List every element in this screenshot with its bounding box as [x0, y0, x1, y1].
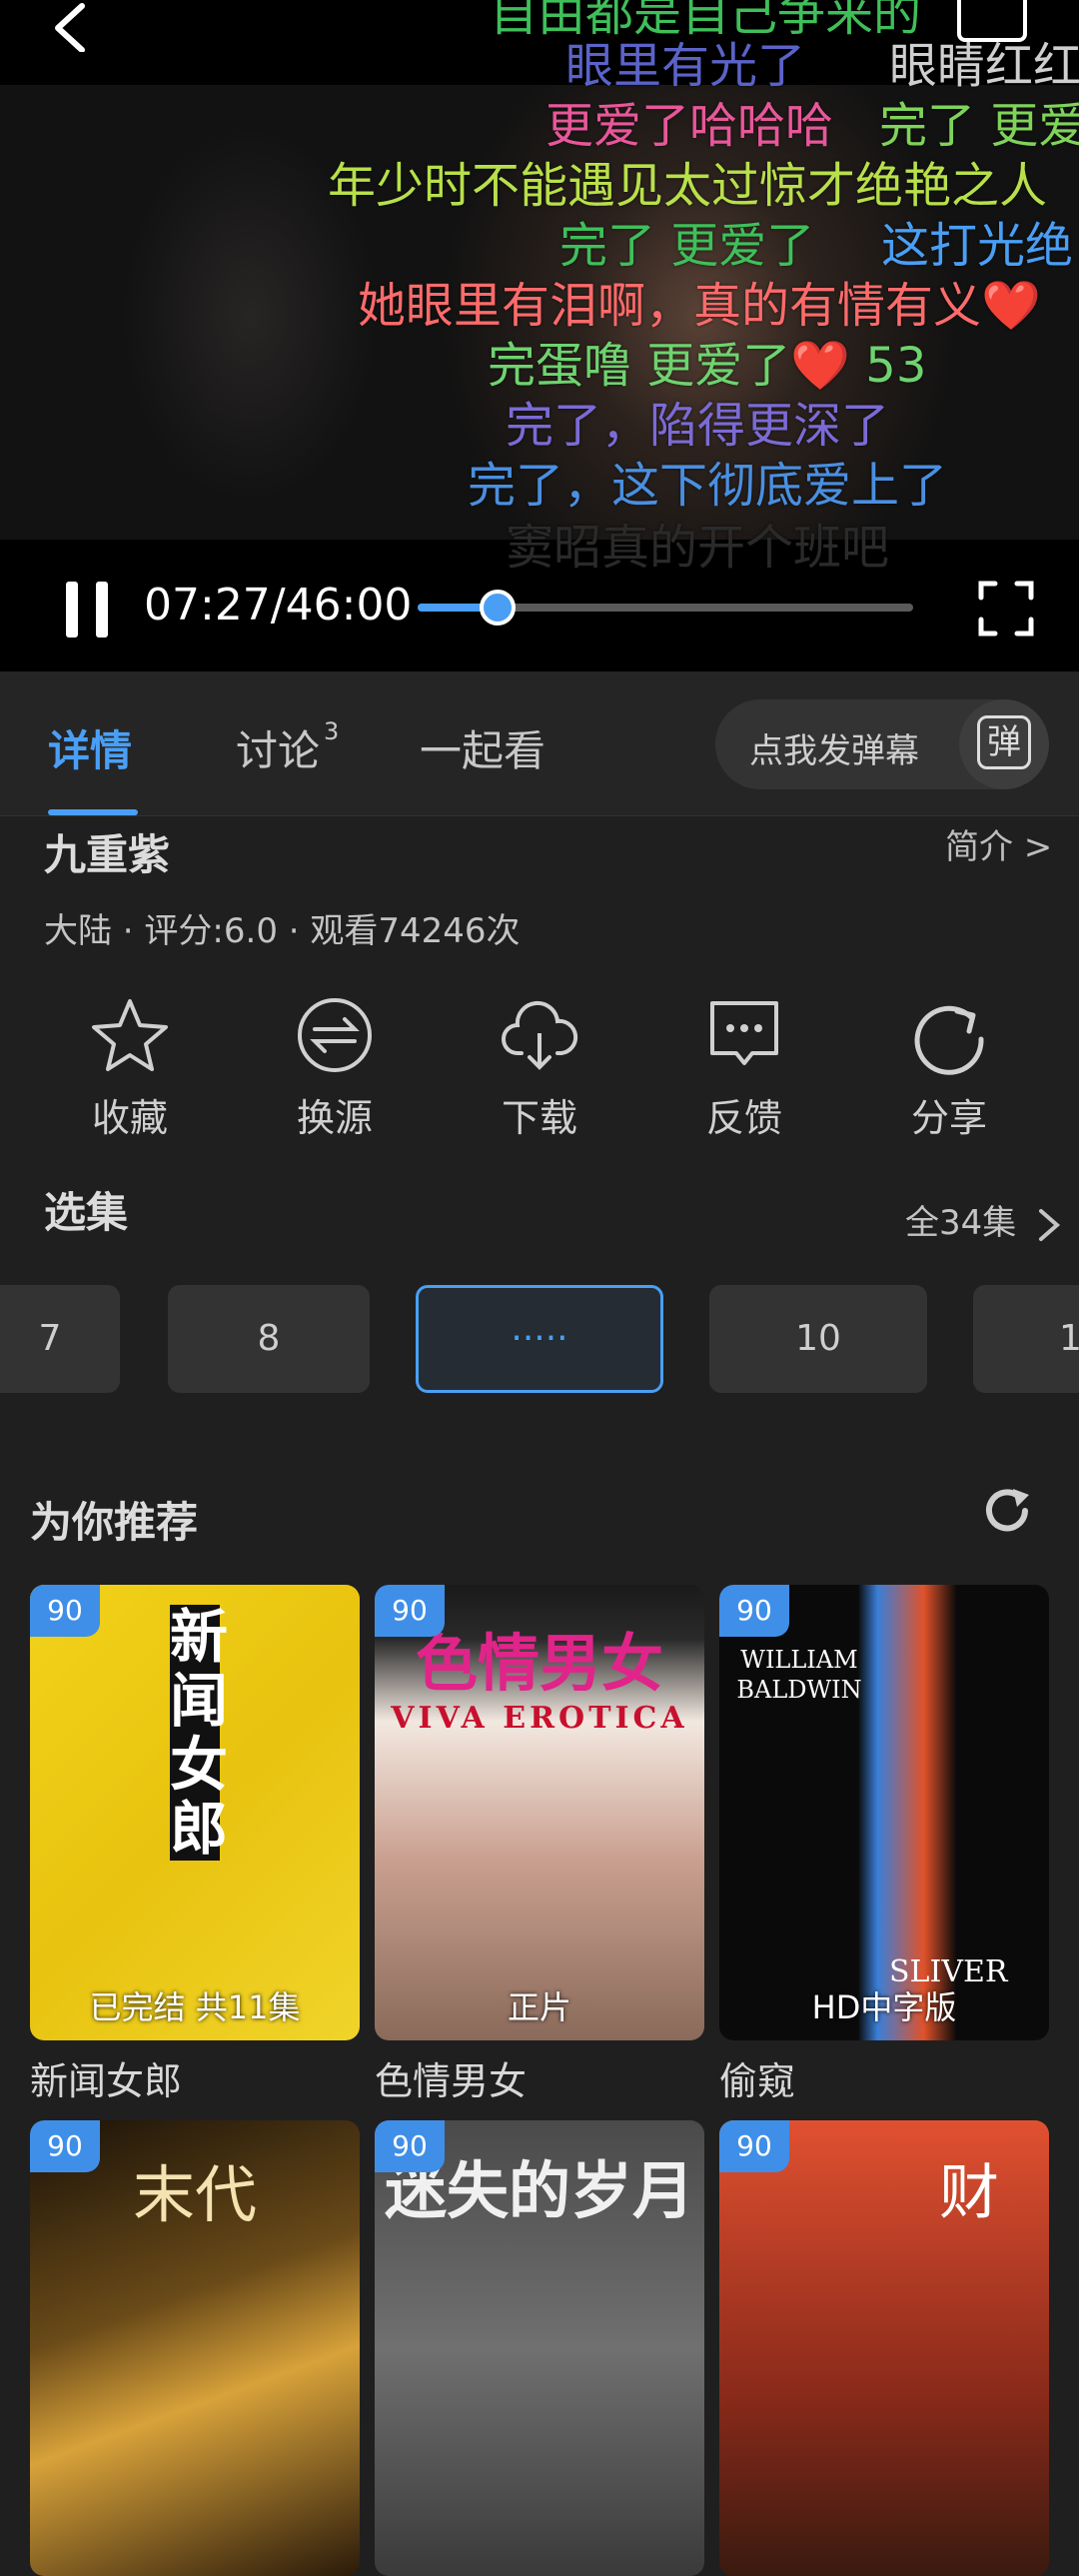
- score-badge: 90: [30, 2120, 100, 2172]
- tab-indicator: [48, 809, 138, 815]
- danmaku-comment: 完了 更爱了: [559, 218, 815, 274]
- recommend-card[interactable]: 末代 90: [30, 2120, 360, 2576]
- all-episodes-link[interactable]: 全34集: [905, 1195, 1061, 1244]
- show-meta: 大陆 · 评分:6.0 · 观看74246次: [44, 911, 521, 951]
- poster-image: WILLIAM BALDWIN SLIVER 90 HD中字版: [719, 1585, 1049, 2040]
- cast-tv-icon[interactable]: [957, 0, 1027, 42]
- danmaku-comment: 这打光绝: [881, 218, 1074, 274]
- danmaku-input[interactable]: 点我发弹幕 弹: [715, 699, 1049, 789]
- poster-image: 色情男女 VIVA EROTICA 90 正片: [375, 1585, 704, 2040]
- danmaku-comment: 完了，这下彻底爱上了: [468, 458, 948, 514]
- chevron-right-icon: [1039, 1208, 1061, 1241]
- episodes-title: 选集: [44, 1188, 129, 1237]
- danmaku-comment: 完了 更爱: [879, 98, 1079, 154]
- download-button[interactable]: 下载: [470, 995, 609, 1142]
- switch-source-button[interactable]: 换源: [265, 995, 405, 1142]
- danmaku-comment: 完了，陷得更深了: [506, 398, 890, 454]
- poster-image: 迷失的岁月 90: [375, 2120, 704, 2576]
- feedback-button[interactable]: 反馈: [674, 995, 814, 1142]
- recommend-card[interactable]: 财 90: [719, 2120, 1049, 2576]
- tab-discussion[interactable]: 讨论 3: [236, 717, 339, 778]
- danmaku-comment: 自由都是自己争来的: [490, 0, 922, 42]
- tab-bar: 详情 讨论 3 一起看 点我发弹幕 弹: [0, 671, 1079, 816]
- score-badge: 90: [375, 2120, 445, 2172]
- card-title: 色情男女: [375, 2059, 528, 2103]
- switch-source-icon: [298, 998, 372, 1072]
- recommend-card[interactable]: 色情男女 VIVA EROTICA 90 正片 色情男女: [375, 1585, 704, 2105]
- poster-image: 财 90: [719, 2120, 1049, 2576]
- episode-button-current[interactable]: ·····: [416, 1285, 663, 1393]
- status-label: 已完结 共11集: [89, 1988, 301, 2026]
- card-title: 新闻女郎: [30, 2059, 183, 2103]
- episode-button[interactable]: 7: [0, 1285, 120, 1393]
- cloud-download-icon: [502, 1000, 578, 1070]
- danmaku-input-placeholder: 点我发弹幕: [749, 731, 919, 771]
- pause-icon[interactable]: [66, 582, 108, 638]
- recommend-card[interactable]: WILLIAM BALDWIN SLIVER 90 HD中字版 偷窥: [719, 1585, 1049, 2105]
- progress-bar[interactable]: [418, 590, 913, 626]
- status-label: 正片: [507, 1988, 571, 2026]
- favorite-button[interactable]: 收藏: [60, 995, 200, 1142]
- card-title: 偷窥: [719, 2059, 796, 2103]
- star-icon: [92, 999, 168, 1071]
- tab-watch-together[interactable]: 一起看: [420, 717, 545, 778]
- poster-subtitle-text: VIVA EROTICA: [391, 1701, 688, 1736]
- playback-time: 07:27/46:00: [144, 580, 413, 631]
- danmaku-comment: 她眼里有泪啊，真的有情有义❤️: [358, 278, 1041, 334]
- episode-button[interactable]: 10: [709, 1285, 927, 1393]
- danmaku-comment: 更爱了哈哈哈: [545, 98, 834, 154]
- recommend-title: 为你推荐: [30, 1498, 199, 1547]
- video-player[interactable]: 自由都是自己争来的 眼里有光了 眼睛红红 更爱了哈哈哈 完了 更爱 年少时不能遇…: [0, 0, 1079, 671]
- back-arrow-icon[interactable]: [46, 2, 94, 52]
- score-badge: 90: [719, 2120, 789, 2172]
- score-badge: 90: [30, 1585, 100, 1637]
- recommend-card[interactable]: 迷失的岁月 90: [375, 2120, 704, 2576]
- discussion-count: 3: [324, 717, 340, 745]
- score-badge: 90: [375, 1585, 445, 1637]
- danmaku-comment: 眼睛红红: [889, 38, 1079, 94]
- danmaku-comment: 完蛋噜 更爱了❤️ 53: [488, 338, 927, 394]
- episode-button[interactable]: 8: [168, 1285, 370, 1393]
- intro-link[interactable]: 简介 >: [945, 819, 1052, 868]
- fullscreen-icon[interactable]: [977, 580, 1035, 638]
- poster-title-text: 新闻女郎: [170, 1603, 229, 1863]
- recommend-card[interactable]: 新闻女郎 90 已完结 共11集 新闻女郎: [30, 1585, 360, 2105]
- tab-details[interactable]: 详情: [48, 717, 132, 778]
- share-icon: [914, 1005, 984, 1075]
- feedback-icon: [710, 1001, 778, 1065]
- share-button[interactable]: 分享: [879, 995, 1019, 1142]
- episode-button[interactable]: 1: [973, 1285, 1079, 1393]
- score-badge: 90: [719, 1585, 789, 1637]
- status-label: HD中字版: [811, 1988, 957, 2026]
- danmaku-toggle-icon[interactable]: 弹: [959, 699, 1049, 789]
- danmaku-comment: 眼里有光了: [565, 38, 806, 94]
- show-title: 九重紫: [44, 830, 171, 879]
- poster-title-text: WILLIAM BALDWIN: [736, 1646, 862, 1704]
- danmaku-comment: 窦昭真的开个班吧: [506, 520, 890, 576]
- danmaku-comment: 年少时不能遇见太过惊才绝艳之人: [328, 158, 1048, 214]
- poster-title-text: 财: [939, 2158, 999, 2228]
- poster-image: 末代 90: [30, 2120, 360, 2576]
- refresh-icon[interactable]: [981, 1485, 1033, 1537]
- poster-image: 新闻女郎 90 已完结 共11集: [30, 1585, 360, 2040]
